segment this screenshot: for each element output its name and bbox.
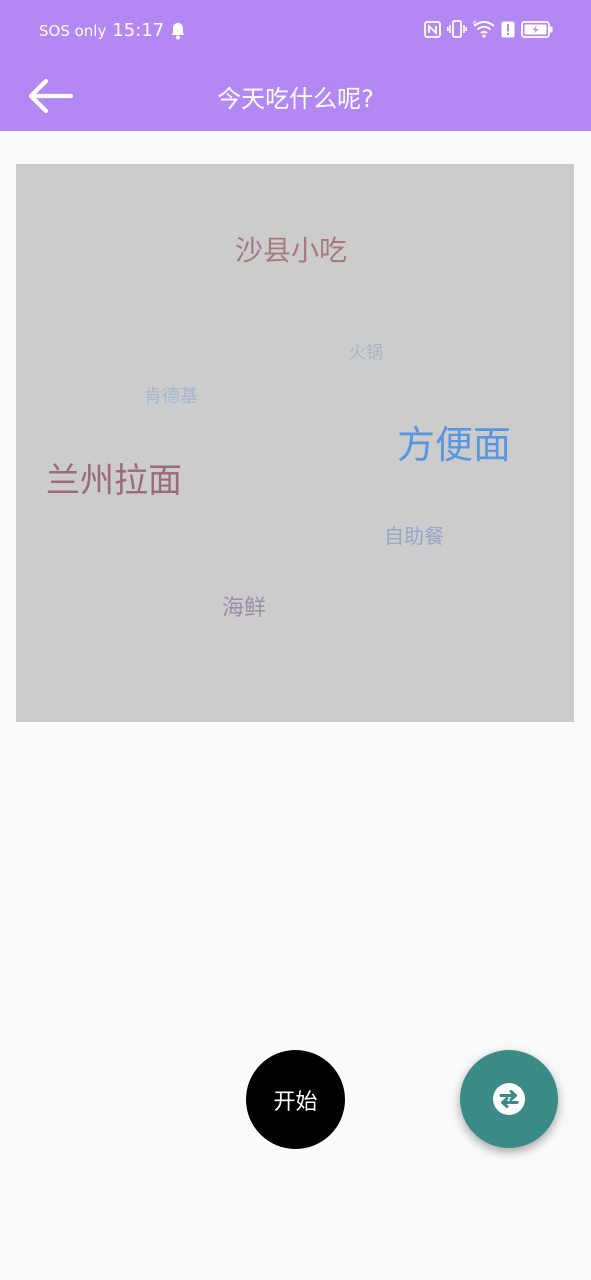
word-cloud-item: 方便面 <box>397 423 512 467</box>
bell-icon <box>171 22 185 39</box>
battery-charging-icon <box>521 20 553 38</box>
alert-icon <box>501 21 515 37</box>
carrier-text: SOS only <box>39 21 107 40</box>
word-cloud: 沙县小吃 火锅 肯德基 方便面 兰州拉面 自助餐 海鲜 <box>16 164 574 722</box>
svg-text:6: 6 <box>473 20 477 27</box>
back-button[interactable] <box>22 72 78 120</box>
arrow-left-icon <box>28 79 73 113</box>
nfc-icon <box>424 20 441 38</box>
word-cloud-item: 兰州拉面 <box>46 461 182 501</box>
app-bar: 今天吃什么呢? <box>0 62 591 131</box>
page-title: 今天吃什么呢? <box>217 85 374 113</box>
status-bar: SOS only 15:17 6 <box>0 0 591 62</box>
status-left: SOS only 15:17 <box>39 20 186 41</box>
start-button[interactable]: 开始 <box>246 1050 345 1149</box>
clock-text: 15:17 <box>112 20 165 41</box>
word-cloud-item: 沙县小吃 <box>235 234 348 267</box>
word-cloud-item: 海鲜 <box>222 596 267 621</box>
swap-button[interactable] <box>460 1050 558 1148</box>
word-cloud-item: 火锅 <box>349 343 383 363</box>
swap-arrows-icon <box>493 1083 525 1115</box>
word-cloud-item: 肯德基 <box>144 386 198 407</box>
wifi-6-icon: 6 <box>473 20 495 38</box>
vibrate-icon <box>447 20 467 38</box>
word-cloud-item: 自助餐 <box>384 524 444 548</box>
status-right: 6 <box>424 20 553 38</box>
